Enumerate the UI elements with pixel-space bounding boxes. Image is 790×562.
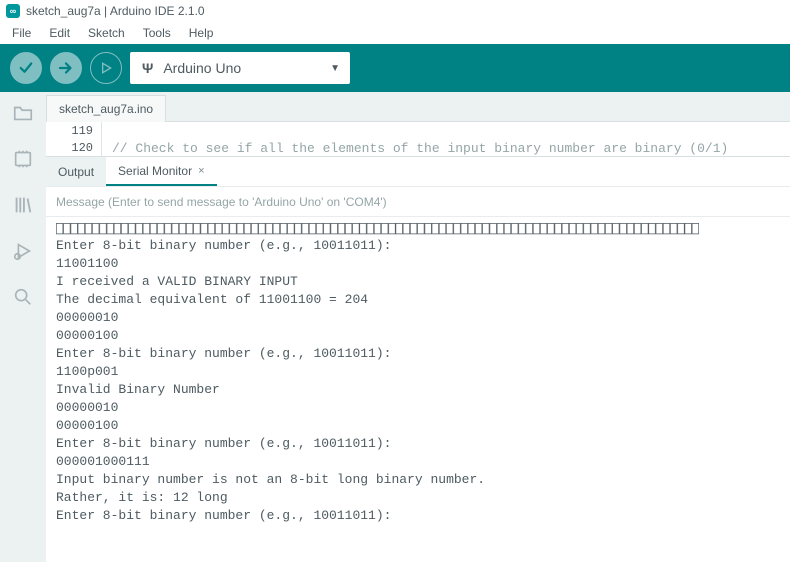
serial-line: Invalid Binary Number	[56, 381, 780, 399]
debug-button[interactable]	[90, 52, 122, 84]
play-bug-icon	[98, 60, 114, 76]
line-gutter: 119 120	[46, 122, 101, 156]
serial-line: I received a VALID BINARY INPUT	[56, 273, 780, 291]
code-lines: // Check to see if all the elements of t…	[112, 122, 728, 156]
code-editor[interactable]: 119 120 // Check to see if all the eleme…	[46, 122, 790, 156]
tab-serial-label: Serial Monitor	[118, 164, 192, 178]
usb-icon: Ψ	[142, 60, 153, 76]
sidebar-search[interactable]	[10, 284, 36, 310]
board-selector[interactable]: Ψ Arduino Uno ▼	[130, 52, 350, 84]
serial-line: 00000100	[56, 327, 780, 345]
content-area: sketch_aug7a.ino 119 120 // Check to see…	[46, 92, 790, 562]
sidebar-debug[interactable]	[10, 238, 36, 264]
check-icon	[17, 59, 35, 77]
toolbar: Ψ Arduino Uno ▼	[0, 44, 790, 92]
serial-line: 00000010	[56, 399, 780, 417]
file-tab-row: sketch_aug7a.ino	[46, 92, 790, 122]
serial-line: 000001000111	[56, 453, 780, 471]
chevron-down-icon: ▼	[330, 63, 340, 74]
books-icon	[12, 194, 34, 216]
menu-tools[interactable]: Tools	[135, 24, 179, 42]
serial-line: Enter 8-bit binary number (e.g., 1001101…	[56, 507, 780, 525]
line-number: 119	[46, 123, 93, 140]
board-name: Arduino Uno	[163, 60, 241, 76]
serial-line: ⎕⎕⎕⎕⎕⎕⎕⎕⎕⎕⎕⎕⎕⎕⎕⎕⎕⎕⎕⎕⎕⎕⎕⎕⎕⎕⎕⎕⎕⎕⎕⎕⎕⎕⎕⎕⎕⎕⎕⎕…	[56, 223, 780, 237]
serial-line: Input binary number is not an 8-bit long…	[56, 471, 780, 489]
serial-line: The decimal equivalent of 11001100 = 204	[56, 291, 780, 309]
search-icon	[12, 286, 34, 308]
sidebar	[0, 92, 46, 562]
bottom-tabs: Output Serial Monitor ×	[46, 157, 790, 187]
menu-edit[interactable]: Edit	[41, 24, 78, 42]
serial-line: Enter 8-bit binary number (e.g., 1001101…	[56, 345, 780, 363]
gutter-border	[101, 122, 102, 156]
bottom-panel: Output Serial Monitor × Message (Enter t…	[46, 156, 790, 562]
titlebar: ∞ sketch_aug7a | Arduino IDE 2.1.0	[0, 0, 790, 22]
menu-file[interactable]: File	[4, 24, 39, 42]
sidebar-explorer[interactable]	[10, 100, 36, 126]
serial-line: Rather, it is: 12 long	[56, 489, 780, 507]
serial-input-row: Message (Enter to send message to 'Ardui…	[46, 187, 790, 217]
serial-line: Enter 8-bit binary number (e.g., 1001101…	[56, 435, 780, 453]
serial-line: 11001100	[56, 255, 780, 273]
tab-output-label: Output	[58, 165, 94, 179]
close-icon[interactable]: ×	[198, 165, 204, 177]
app-icon: ∞	[6, 4, 20, 18]
menu-help[interactable]: Help	[181, 24, 222, 42]
window-title: sketch_aug7a | Arduino IDE 2.1.0	[26, 4, 205, 18]
sidebar-library[interactable]	[10, 192, 36, 218]
folder-icon	[12, 102, 34, 124]
tab-output[interactable]: Output	[46, 157, 106, 186]
main-area: sketch_aug7a.ino 119 120 // Check to see…	[0, 92, 790, 562]
serial-output: ⎕⎕⎕⎕⎕⎕⎕⎕⎕⎕⎕⎕⎕⎕⎕⎕⎕⎕⎕⎕⎕⎕⎕⎕⎕⎕⎕⎕⎕⎕⎕⎕⎕⎕⎕⎕⎕⎕⎕⎕…	[46, 217, 790, 562]
verify-button[interactable]	[10, 52, 42, 84]
code-comment: // Check to see if all the elements of t…	[112, 141, 728, 156]
serial-line: 00000010	[56, 309, 780, 327]
serial-line: Enter 8-bit binary number (e.g., 1001101…	[56, 237, 780, 255]
line-number: 120	[46, 140, 93, 156]
debug-icon	[12, 240, 34, 262]
sidebar-boards[interactable]	[10, 146, 36, 172]
serial-message-input[interactable]: Message (Enter to send message to 'Ardui…	[56, 195, 780, 209]
serial-line: 00000100	[56, 417, 780, 435]
tab-serial-monitor[interactable]: Serial Monitor ×	[106, 157, 216, 186]
file-tab[interactable]: sketch_aug7a.ino	[46, 95, 166, 122]
menu-sketch[interactable]: Sketch	[80, 24, 133, 42]
menubar: File Edit Sketch Tools Help	[0, 22, 790, 44]
arrow-right-icon	[57, 59, 75, 77]
serial-line: 1100p001	[56, 363, 780, 381]
board-icon	[12, 148, 34, 170]
upload-button[interactable]	[50, 52, 82, 84]
